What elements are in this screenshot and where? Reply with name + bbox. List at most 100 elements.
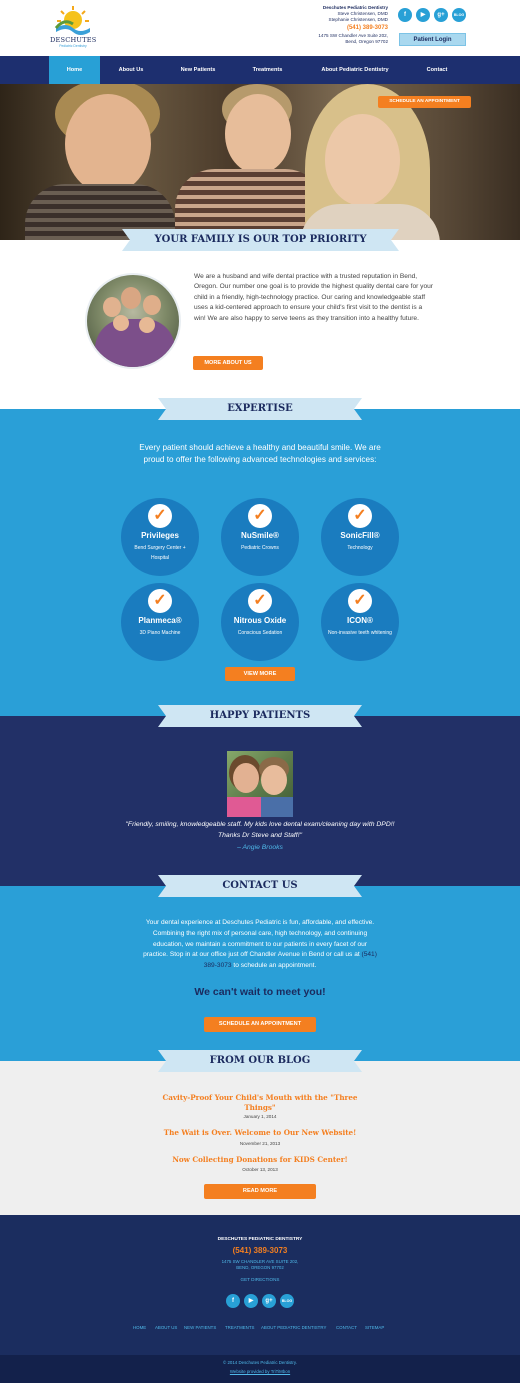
expertise-item-subtitle: 3D Piano Machine xyxy=(139,630,181,636)
check-icon: ✓ xyxy=(348,589,372,613)
expertise-item[interactable]: ✓ Planmeca® 3D Piano Machine xyxy=(121,583,199,661)
patients-ribbon: HAPPY PATIENTS xyxy=(158,705,362,727)
footer-address-2: BEND, OREGON 97702 xyxy=(236,1265,284,1270)
check-icon: ✓ xyxy=(148,589,172,613)
footer-link-home[interactable]: HOME xyxy=(133,1325,146,1330)
site-footer xyxy=(0,1215,520,1355)
header-phone[interactable]: (541) 389-3073 xyxy=(290,25,388,31)
family-ribbon: YOUR FAMILY IS OUR TOP PRIORITY xyxy=(122,229,399,251)
expertise-item-title: ICON® xyxy=(347,616,373,625)
patients-title: HAPPY PATIENTS xyxy=(209,710,311,721)
blog-ribbon: FROM OUR BLOG xyxy=(158,1050,362,1072)
google-plus-icon[interactable]: g+ xyxy=(434,8,448,22)
photo-face xyxy=(121,287,141,309)
footer-link-about-us[interactable]: ABOUT US xyxy=(155,1325,177,1330)
blog-title: FROM OUR BLOG xyxy=(209,1055,311,1066)
photo-clothing xyxy=(261,797,293,817)
contact-ribbon: CONTACT US xyxy=(158,875,362,897)
expertise-item[interactable]: ✓ Nitrous Oxide Conscious Sedation xyxy=(221,583,299,661)
nav-contact[interactable]: Contact xyxy=(414,56,460,84)
footer-address: 1475 SW CHANDLER AVE SUITE 202, BEND, OR… xyxy=(160,1259,360,1271)
main-nav: Home About Us New Patients Treatments Ab… xyxy=(0,56,520,84)
expertise-item-title: SonicFill® xyxy=(340,531,380,540)
schedule-appointment-button[interactable]: SCHEDULE AN APPOINTMENT xyxy=(204,1017,316,1032)
nav-about-us[interactable]: About Us xyxy=(108,56,154,84)
expertise-item-title: Planmeca® xyxy=(138,616,182,625)
expertise-ribbon: EXPERTISE xyxy=(158,398,362,420)
contact-title: CONTACT US xyxy=(222,880,298,891)
check-icon: ✓ xyxy=(348,504,372,528)
photo-clothing xyxy=(95,319,175,367)
nav-about-pediatric-dentistry[interactable]: About Pediatric Dentistry xyxy=(308,56,402,84)
schedule-appointment-button-top[interactable]: SCHEDULE AN APPOINTMENT xyxy=(378,96,471,108)
expertise-item[interactable]: ✓ Privileges Bend Surgery Center + Hospi… xyxy=(121,498,199,576)
photo-face xyxy=(261,765,287,795)
read-more-button[interactable]: READ MORE xyxy=(204,1184,316,1199)
facebook-icon[interactable]: f xyxy=(398,8,412,22)
facebook-icon[interactable]: f xyxy=(226,1294,240,1308)
photo-face xyxy=(139,317,155,333)
logo-text: DESCHUTES xyxy=(50,36,97,44)
blog-icon[interactable]: BLOG xyxy=(280,1294,294,1308)
doctor-info: Deschutes Pediatric Dentistry Steve Chri… xyxy=(290,5,388,45)
check-icon: ✓ xyxy=(148,504,172,528)
photo-face xyxy=(143,295,161,315)
footer-link-new-patients[interactable]: NEW PATIENTS xyxy=(184,1325,216,1330)
testimonial-author: – Angie Brooks xyxy=(237,844,283,851)
header-address-2: Bend, Oregon 97702 xyxy=(345,39,388,44)
footer-phone[interactable]: (541) 389-3073 xyxy=(160,1246,360,1255)
expertise-item-title: Privileges xyxy=(141,531,179,540)
contact-text-after: to schedule an appointment. xyxy=(231,962,317,970)
site-header: DESCHUTES Pediatric Dentistry Deschutes … xyxy=(0,0,520,56)
footer-link-sitemap[interactable]: SITEMAP xyxy=(365,1325,384,1330)
youtube-icon[interactable]: ▶ xyxy=(244,1294,258,1308)
logo-subtext: Pediatric Dentistry xyxy=(59,44,87,48)
expertise-item-title: Nitrous Oxide xyxy=(233,616,287,625)
contact-description: Your dental experience at Deschutes Pedi… xyxy=(140,918,380,972)
expertise-item[interactable]: ✓ SonicFill® Technology xyxy=(321,498,399,576)
photo-face xyxy=(113,315,129,331)
contact-section xyxy=(0,886,520,1061)
expertise-item-subtitle: Non-invasive teeth whitening xyxy=(328,630,392,636)
nav-new-patients[interactable]: New Patients xyxy=(168,56,228,84)
expertise-item-subtitle: Bend Surgery Center + Hospital xyxy=(134,545,186,561)
hero-child-face-right xyxy=(325,114,400,206)
family-photo xyxy=(85,273,181,369)
nav-treatments[interactable]: Treatments xyxy=(240,56,295,84)
expertise-item-subtitle: Conscious Sedation xyxy=(237,630,283,636)
blog-post-title[interactable]: Cavity-Proof Your Child's Mouth with the… xyxy=(160,1093,360,1112)
blog-post-title[interactable]: Now Collecting Donations for KIDS Center… xyxy=(160,1155,360,1165)
patient-login-button[interactable]: Patient Login xyxy=(399,33,466,46)
more-about-us-button[interactable]: MORE ABOUT US xyxy=(193,356,263,370)
expertise-item-title: NuSmile® xyxy=(241,531,279,540)
nav-home[interactable]: Home xyxy=(49,56,100,84)
doctor-name-2: Stephanie Christensen, DMD xyxy=(328,17,389,22)
contact-text-before: Your dental experience at Deschutes Pedi… xyxy=(143,919,375,959)
footer-link-treatments[interactable]: TREATMENTS xyxy=(225,1325,254,1330)
view-more-button[interactable]: VIEW MORE xyxy=(225,667,295,681)
blog-icon[interactable]: BLOG xyxy=(452,8,466,22)
footer-practice-name: DESCHUTES PEDIATRIC DENTISTRY xyxy=(217,1237,303,1242)
expertise-item[interactable]: ✓ ICON® Non-invasive teeth whitening xyxy=(321,583,399,661)
family-description: We are a husband and wife dental practic… xyxy=(194,273,433,322)
expertise-item[interactable]: ✓ NuSmile® Pediatric Crowns xyxy=(221,498,299,576)
expertise-item-subtitle: Technology xyxy=(347,545,373,551)
contact-headline: We can't wait to meet you! xyxy=(194,986,326,998)
expertise-intro: Every patient should achieve a healthy a… xyxy=(139,443,381,464)
photo-face xyxy=(233,763,259,793)
footer-link-about-pediatric-dentistry[interactable]: ABOUT PEDIATRIC DENTISTRY xyxy=(261,1325,326,1330)
blog-post-date: November 21, 2013 xyxy=(239,1141,281,1146)
copyright: © 2014 Deschutes Pediatric Dentistry. xyxy=(223,1360,297,1365)
footer-link-contact[interactable]: CONTACT xyxy=(336,1325,357,1330)
hero-child-face-middle xyxy=(225,94,291,174)
photo-face xyxy=(103,297,121,317)
blog-post-date: January 1, 2014 xyxy=(243,1114,277,1119)
blog-post-title[interactable]: The Wait is Over. Welcome to Our New Web… xyxy=(160,1128,360,1138)
google-plus-icon[interactable]: g+ xyxy=(262,1294,276,1308)
check-icon: ✓ xyxy=(248,504,272,528)
get-directions-link[interactable]: GET DIRECTIONS xyxy=(160,1277,360,1282)
youtube-icon[interactable]: ▶ xyxy=(416,8,430,22)
expertise-item-subtitle: Pediatric Crowns xyxy=(241,545,279,551)
website-credit-link[interactable]: Website provided by TriTiMbon xyxy=(160,1369,360,1374)
blog-post-date: October 13, 2013 xyxy=(242,1167,278,1172)
